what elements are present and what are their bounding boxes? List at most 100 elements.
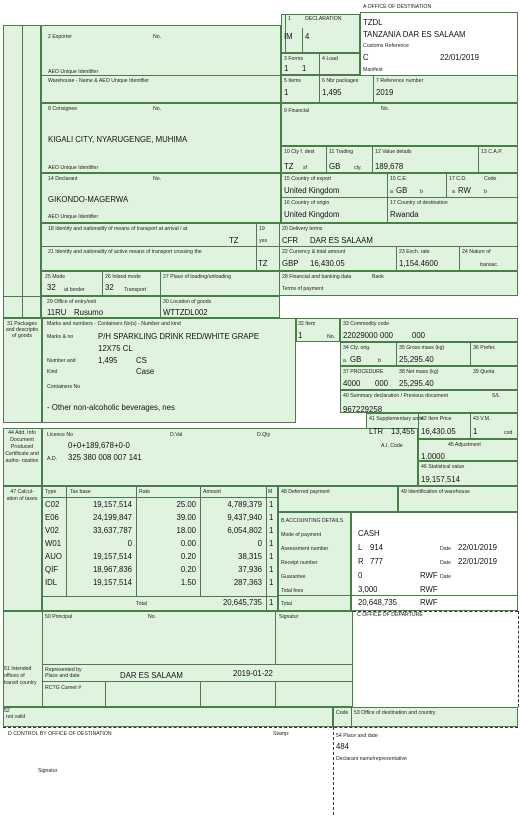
tax-cell-base: 19,157,514 (92, 552, 132, 561)
banking-label: 28 Financial and banking data (282, 274, 352, 280)
receipt-r: R (358, 557, 364, 566)
fees-label: Total fees (281, 588, 304, 594)
transport-active-label: 21 Identity and nationality of active me… (48, 249, 202, 255)
currency-label: 22 Currency & total amount (282, 249, 346, 255)
tax-cell-amount: 38,315 (238, 552, 262, 561)
export-country-label: 15 Country of export (284, 176, 332, 182)
statistical-value: 19,157,514 (421, 475, 461, 484)
delivery-terms-label: 20 Delivery terms (282, 226, 323, 232)
dest-office-country-label: 53 Office of destination and country (354, 710, 436, 716)
currency-code: GBP (282, 259, 299, 268)
cty-orig-label: 34 Cty. orig. (343, 345, 371, 351)
forms-label: 3 Forms (284, 56, 304, 62)
container-label: 19 (259, 226, 265, 232)
declarant-rep-label: Declarant name/representative (336, 756, 407, 762)
location-goods-value: WTTZDL002 (163, 308, 208, 317)
financial-no-label: No. (381, 106, 390, 112)
not-valid-label: not valid (6, 714, 26, 720)
at-border-label: at border (64, 287, 85, 293)
tax-total-value: 20,645,735 (222, 598, 262, 607)
vm-label: 43 V.M. (473, 416, 491, 422)
goods-case: Case (136, 367, 155, 376)
origin-country-value: United Kingdom (284, 210, 340, 219)
tax-cell-amount: 9,437,940 (227, 513, 262, 522)
declarant-aeo-label: AEO Unique Identifier (48, 214, 99, 220)
tax-cell-m: 1 (269, 578, 274, 587)
declarant-label: 14 Declarant (48, 176, 78, 182)
inland-mode-value: 32 (105, 283, 114, 292)
tax-cell-rate: 39.00 (176, 513, 196, 522)
control-office-label: D CONTROL BY OFFICE OF DESTINATION (8, 731, 112, 737)
stamp-label: Stamp: (273, 731, 290, 737)
procedure-code: 4000 (343, 379, 361, 388)
gross-mass-value: 25,295.40 (399, 355, 434, 364)
packages-value: 1,495 (322, 88, 342, 97)
declaration-label: DECLARATION (305, 16, 342, 22)
tax-cell-rate: 25.00 (176, 500, 196, 509)
code-label: Code (484, 176, 497, 182)
accounting-total-label: Total (281, 601, 292, 607)
cd-a-label: a (452, 189, 455, 195)
delivery-terms-code: CFR (282, 236, 299, 245)
gross-mass-label: 35 Gross mass (kg) (399, 345, 445, 351)
tax-header-rate: Rate (139, 489, 150, 495)
summary-decl-value: 967229258 (343, 405, 383, 414)
bank-label: Bank (372, 274, 384, 280)
tax-cell-type: W01 (45, 539, 62, 548)
assessment-date: 22/01/2019 (458, 543, 498, 552)
fees-value: 3,000 (358, 585, 378, 594)
tax-total-m: 1 (269, 598, 274, 607)
sf-label: sf (303, 165, 308, 171)
mode-value: 32 (47, 283, 56, 292)
goods-description-line1: P/H SPARKLING DRINK RED/WHITE GRAPE (98, 332, 260, 341)
trading-label: 11 Trading (329, 149, 354, 155)
cty-dest-label: 10 Cty f. dest (284, 149, 315, 155)
adjustment-label: 45 Adjustment (448, 442, 481, 448)
commodity-sub1: 000 (380, 331, 394, 340)
declarant-no-label: No. (153, 176, 162, 182)
tax-cell-amount: 287,363 (233, 578, 262, 587)
tax-cell-m: 1 (269, 513, 274, 522)
supp-units-code: LTR (369, 427, 384, 436)
forms-value-a: 1 (284, 64, 289, 73)
exch-rate-label: 23 Exch. rate (399, 249, 430, 255)
exporter-aeo-label: AEO Unique Identifier (48, 69, 99, 75)
packages-label: 6 Nbr packages (322, 78, 359, 84)
cd-b-label: b (484, 189, 487, 195)
ai-code-label: A.I. Code (381, 443, 403, 449)
items-value: 1 (284, 88, 289, 97)
tax-total-label: Total (136, 601, 147, 607)
location-goods-label: 30 Location of goods (163, 299, 212, 305)
tax-cell-amount: 6,054,802 (227, 526, 262, 535)
place-date-54-value: 484 (336, 742, 350, 751)
consignee-no-label: No. (153, 106, 162, 112)
quota-label: 39 Quota (473, 369, 495, 375)
departure-office-label: C OFFICE OF DEPARTURE (357, 612, 423, 618)
exch-rate-value: 1,154.4600 (399, 259, 439, 268)
tax-cell-base: 33,637,787 (92, 526, 132, 535)
exporter-no-label: No. (153, 34, 162, 40)
customs-declaration-form: { "header":{"office_dest":"A OFFICE OF D… (0, 0, 520, 818)
consignee-aeo-label: AEO Unique Identifier (48, 165, 99, 171)
ce-label: 15 C.E. (390, 176, 408, 182)
tax-cell-type: IDL (45, 578, 58, 587)
tax-cell-rate: 18.00 (176, 526, 196, 535)
office-entry-name: Rusumo (74, 308, 104, 317)
guarantee-value: 0 (358, 571, 363, 580)
ce-a-label: a (390, 189, 393, 195)
principal-label: 50 Principal (45, 614, 73, 620)
loading-place-label: 27 Place of loading/unloading (163, 274, 232, 280)
load-label: 4 Load (322, 56, 338, 62)
packages-desc-label: 31 Packages and descriptio of goods (5, 321, 39, 339)
tax-cell-m: 1 (269, 552, 274, 561)
receipt-date: 22/01/2019 (458, 557, 498, 566)
dqty-label: D.Qty (257, 432, 271, 438)
assessment-l: L (358, 543, 363, 552)
customs-ref-date: 22/01/2019 (440, 53, 480, 62)
adjustment-value: 1.0000 (421, 452, 445, 461)
transport-arrival-label: 18 Identity and nationality of means of … (48, 226, 188, 232)
cap-label: 13 C.A.P. (481, 149, 503, 155)
cty-label: cty. (354, 165, 362, 171)
financial-box (281, 103, 518, 146)
tax-cell-base: 24,199,847 (92, 513, 132, 522)
